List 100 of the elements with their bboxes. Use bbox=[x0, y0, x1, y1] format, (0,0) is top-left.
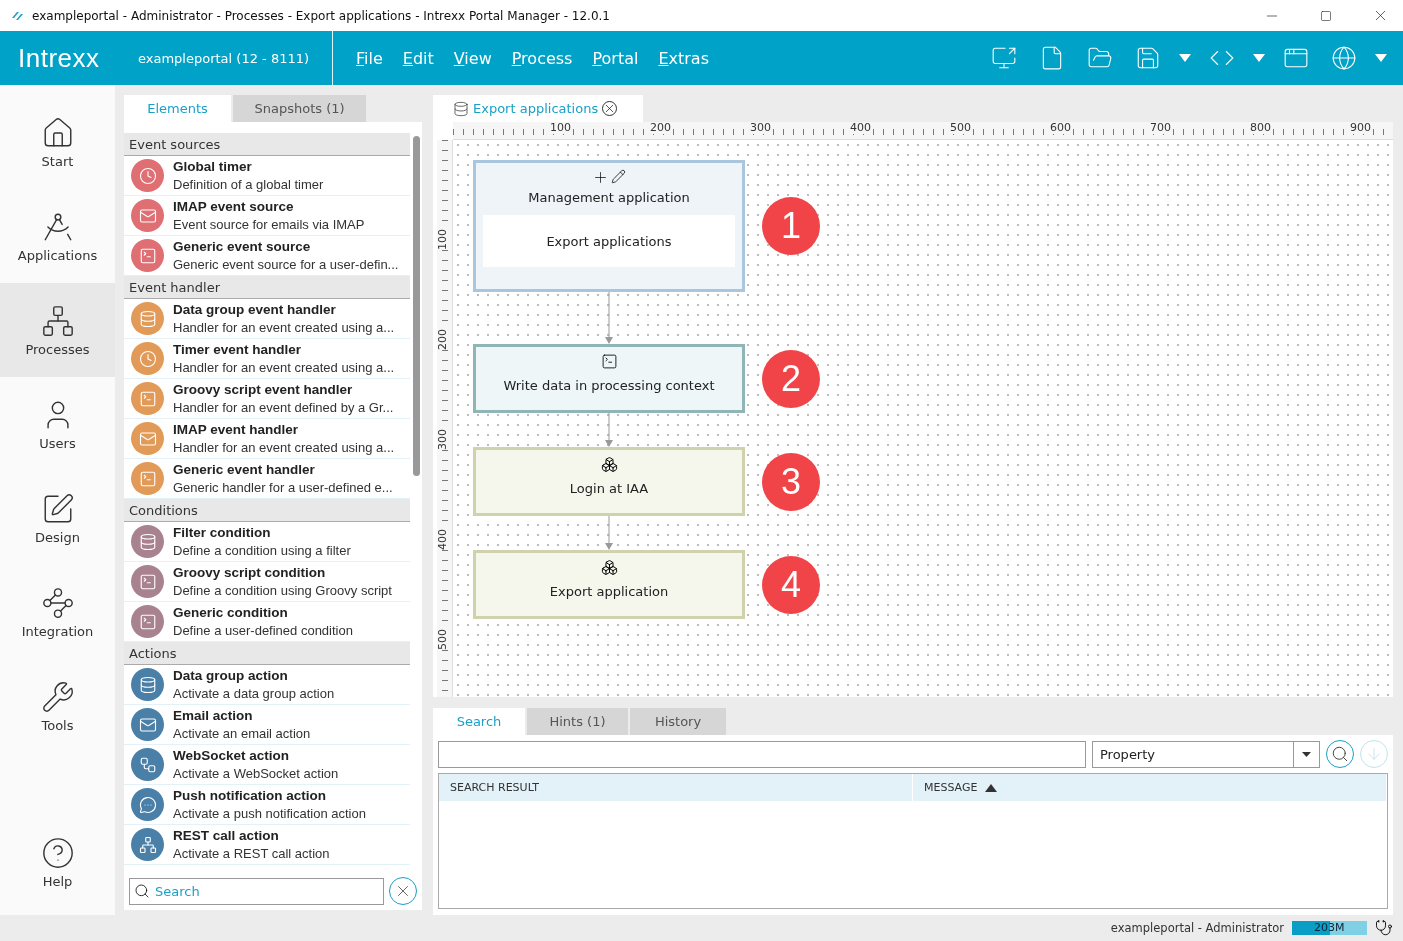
caret-icon bbox=[1179, 54, 1191, 62]
search-box[interactable]: Search bbox=[129, 877, 384, 905]
node-title: Write data in processing context bbox=[503, 378, 715, 393]
ruler-label: 800 bbox=[1249, 122, 1272, 134]
nav-item[interactable]: Tools bbox=[0, 659, 115, 753]
element-name[interactable]: Data group event handler bbox=[173, 300, 395, 319]
clear-button[interactable] bbox=[389, 877, 417, 905]
process-node[interactable]: Login at IAA bbox=[473, 447, 745, 516]
element-name[interactable]: WebSocket action bbox=[173, 746, 339, 765]
connector-icon bbox=[600, 456, 618, 473]
ruler-label: 200 bbox=[437, 329, 449, 350]
category-header: Event handler bbox=[124, 276, 410, 299]
element-description: Generic event source for a user-defin... bbox=[173, 255, 399, 274]
step-number: 3 bbox=[762, 452, 820, 511]
element-description: Event source for emails via IMAP bbox=[173, 215, 365, 234]
element-name[interactable]: IMAP event handler bbox=[173, 420, 395, 439]
nav-item[interactable]: Help bbox=[0, 815, 115, 909]
step-number: 2 bbox=[762, 349, 820, 408]
nav-item[interactable]: Design bbox=[0, 471, 115, 565]
caret-icon bbox=[1375, 54, 1387, 62]
process-node[interactable]: Management application Export applications bbox=[473, 160, 745, 292]
ruler-label: 300 bbox=[749, 122, 772, 134]
process-node[interactable]: Export application bbox=[473, 550, 745, 619]
terminal-icon bbox=[600, 353, 618, 370]
maximize-icon[interactable] bbox=[1320, 9, 1332, 22]
element-description: Handler for an event defined by a Gr... bbox=[173, 398, 394, 417]
ruler-label: 900 bbox=[1349, 122, 1372, 134]
element-name[interactable]: Generic event source bbox=[173, 237, 399, 256]
node-inner-label: Export applications bbox=[483, 215, 735, 267]
connector-arrow bbox=[604, 516, 614, 550]
logo: Intrexx bbox=[17, 42, 101, 74]
help-icon bbox=[40, 835, 75, 870]
element-description: Handler for an event created using a... bbox=[173, 358, 395, 377]
caret-icon[interactable] bbox=[1302, 751, 1311, 757]
search-icon bbox=[134, 883, 150, 899]
element-name[interactable]: Timer event handler bbox=[173, 340, 395, 359]
step-number: 1 bbox=[762, 197, 820, 255]
search-button[interactable] bbox=[1326, 740, 1354, 768]
element-description: Define a condition using a filter bbox=[173, 541, 351, 560]
tools-icon bbox=[40, 679, 75, 714]
element-description: Handler for an event created using a... bbox=[173, 438, 395, 457]
element-description: Handler for an event created using a... bbox=[173, 318, 395, 337]
element-name[interactable]: Email action bbox=[173, 706, 311, 725]
element-name[interactable]: Push notification action bbox=[173, 786, 366, 805]
ruler-label: 100 bbox=[549, 122, 572, 134]
nav-item[interactable]: Users bbox=[0, 377, 115, 471]
ruler-label: 500 bbox=[437, 629, 449, 650]
category-header: Conditions bbox=[124, 499, 410, 522]
element-description: Activate a push notification action bbox=[173, 804, 366, 823]
status-user: exampleportal - Administrator bbox=[1110, 921, 1284, 935]
element-description: Define a user-defined condition bbox=[173, 621, 353, 640]
element-name[interactable]: Data group action bbox=[173, 666, 335, 685]
ruler-label: 500 bbox=[949, 122, 972, 134]
element-name[interactable]: Generic event handler bbox=[173, 460, 393, 479]
caret-icon bbox=[1253, 54, 1265, 62]
stethoscope-icon[interactable] bbox=[1375, 919, 1393, 937]
ruler-label: 700 bbox=[1149, 122, 1172, 134]
scrollbar-thumb[interactable] bbox=[413, 136, 420, 476]
ruler-label: 100 bbox=[437, 229, 449, 250]
sort-ascending-icon bbox=[985, 783, 998, 792]
ruler-label: 400 bbox=[849, 122, 872, 134]
node-title: Management application bbox=[528, 190, 690, 205]
step-number: 4 bbox=[762, 555, 820, 614]
process-node[interactable]: Write data in processing context bbox=[473, 344, 745, 413]
app-logo-icon bbox=[10, 9, 24, 22]
node-title: Export application bbox=[549, 584, 669, 599]
element-name[interactable]: Global timer bbox=[173, 157, 324, 176]
panel-tab[interactable]: History bbox=[630, 708, 726, 735]
element-description: Definition of a global timer bbox=[173, 175, 324, 194]
category-header: Actions bbox=[124, 642, 410, 665]
element-name[interactable]: Filter condition bbox=[173, 523, 351, 542]
element-description: Activate a REST call action bbox=[173, 844, 330, 863]
nav-item[interactable]: Applications bbox=[0, 189, 115, 283]
window-title: exampleportal - Administrator - Processes - Export applications - Intrexx Portal Manager - 12.0.1 bbox=[32, 8, 611, 23]
column-header[interactable]: SEARCH RESULT bbox=[439, 774, 913, 801]
element-name[interactable]: Groovy script condition bbox=[173, 563, 392, 582]
nav-item[interactable]: Integration bbox=[0, 565, 115, 659]
element-description: Define a condition using Groovy script bbox=[173, 581, 392, 600]
element-name[interactable]: Generic condition bbox=[173, 603, 353, 622]
database-icon bbox=[453, 100, 469, 117]
connector-arrow bbox=[604, 292, 614, 344]
element-name[interactable]: REST call action bbox=[173, 826, 330, 845]
search-input[interactable] bbox=[438, 740, 1086, 768]
nav-item[interactable]: Start bbox=[0, 95, 115, 189]
element-name[interactable]: Groovy script event handler bbox=[173, 380, 394, 399]
node-title: Login at IAA bbox=[569, 481, 649, 496]
element-name[interactable]: IMAP event source bbox=[173, 197, 365, 216]
search-icon[interactable] bbox=[1331, 745, 1349, 763]
property-dropdown[interactable]: Property bbox=[1092, 740, 1320, 768]
panel-tab[interactable]: Snapshots (1) bbox=[233, 95, 366, 122]
column-header[interactable]: MESSAGE bbox=[913, 774, 1387, 801]
element-description: Activate a data group action bbox=[173, 684, 335, 703]
element-description: Activate an email action bbox=[173, 724, 311, 743]
integration-icon bbox=[40, 585, 75, 620]
panel-tab[interactable]: Hints (1) bbox=[527, 708, 628, 735]
nav-item[interactable]: Processes bbox=[0, 283, 115, 377]
ruler-label: 600 bbox=[1049, 122, 1072, 134]
element-description: Generic handler for a user-defined e... bbox=[173, 478, 393, 497]
ruler-label: 400 bbox=[437, 529, 449, 550]
element-description: Activate a WebSocket action bbox=[173, 764, 339, 783]
